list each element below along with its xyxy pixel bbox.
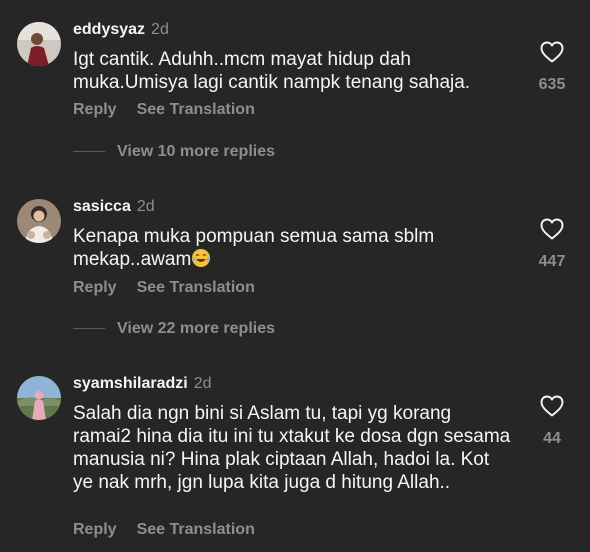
like-block: 635	[532, 41, 572, 94]
username-text[interactable]: sasicca	[73, 198, 131, 215]
view-more-label[interactable]: View 10 more replies	[117, 143, 275, 160]
heart-outline-icon[interactable]	[540, 41, 564, 63]
comment-username[interactable]: eddysyaz 2d	[73, 21, 169, 39]
avatar[interactable]	[17, 22, 61, 66]
divider-line	[73, 151, 105, 153]
comment-time: 2d	[136, 198, 155, 215]
comment-actions: Reply See Translation	[73, 101, 275, 119]
like-block: 447	[532, 218, 572, 271]
comment-text: Kenapa muka pompuan semua sama sblm meka…	[73, 225, 513, 271]
view-more-replies[interactable]: View 10 more replies	[73, 143, 275, 161]
see-translation-button[interactable]: See Translation	[137, 521, 255, 538]
avatar-image	[17, 376, 61, 420]
reply-button[interactable]: Reply	[73, 521, 117, 538]
like-count: 447	[538, 253, 566, 270]
comment-username[interactable]: syamshilaradzi 2d	[73, 375, 212, 393]
avatar[interactable]	[17, 199, 61, 243]
comment-text: Igt cantik. Aduhh..mcm mayat hidup dah m…	[73, 49, 471, 93]
comment-username[interactable]: sasicca 2d	[73, 198, 155, 216]
comment-text-content: Kenapa muka pompuan semua sama sblm meka…	[73, 226, 435, 270]
comment-actions: Reply See Translation	[73, 521, 275, 539]
heart-outline-icon[interactable]	[540, 395, 564, 417]
avatar-image	[17, 199, 61, 243]
like-block: 44	[532, 395, 572, 448]
comment-time: 2d	[193, 375, 212, 392]
username-text[interactable]: syamshilaradzi	[73, 375, 188, 392]
heart-outline-icon[interactable]	[540, 218, 564, 240]
comment-time: 2d	[151, 21, 169, 38]
like-count: 44	[543, 430, 561, 447]
like-count: 635	[538, 76, 566, 93]
laughing-tears-emoji	[192, 249, 211, 267]
divider-line	[73, 328, 105, 330]
view-more-label[interactable]: View 22 more replies	[117, 320, 275, 337]
avatar[interactable]	[17, 376, 61, 420]
comment-text: Salah dia ngn bini si Aslam tu, tapi yg …	[73, 403, 511, 493]
see-translation-button[interactable]: See Translation	[137, 101, 255, 118]
username-text[interactable]: eddysyaz	[73, 21, 145, 38]
view-more-replies[interactable]: View 22 more replies	[73, 320, 275, 338]
reply-button[interactable]: Reply	[73, 279, 117, 296]
see-translation-button[interactable]: See Translation	[137, 279, 255, 296]
comment-actions: Reply See Translation	[73, 279, 275, 297]
reply-button[interactable]: Reply	[73, 101, 117, 118]
avatar-image	[17, 22, 61, 66]
